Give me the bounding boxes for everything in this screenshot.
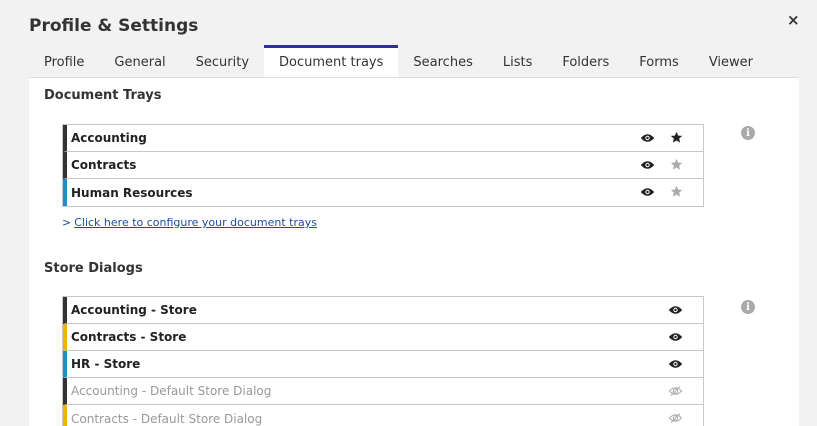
list-item[interactable]: Human Resources (63, 179, 703, 206)
tab-lists[interactable]: Lists (488, 45, 548, 77)
list-item-label: Contracts - Store (71, 330, 187, 344)
close-icon[interactable]: × (787, 12, 800, 28)
list-item-label: Human Resources (71, 185, 193, 200)
list-item-label: Contracts (71, 158, 137, 172)
tab-document-trays[interactable]: Document trays (264, 45, 399, 77)
tab-folders[interactable]: Folders (547, 45, 624, 77)
list-item[interactable]: Contracts (63, 152, 703, 179)
list-item-label: Accounting - Default Store Dialog (71, 384, 272, 398)
list-item[interactable]: Accounting (63, 125, 703, 152)
list-item-label: Contracts - Default Store Dialog (71, 411, 263, 426)
tab-searches[interactable]: Searches (398, 45, 487, 77)
tab-viewer[interactable]: Viewer (694, 45, 768, 77)
eye-icon[interactable] (641, 158, 654, 171)
document-trays-list: Accounting Contracts Human Resources (62, 124, 704, 207)
eye-icon[interactable] (641, 185, 654, 198)
info-icon[interactable]: i (741, 126, 755, 140)
page-title: Profile & Settings (29, 16, 199, 36)
list-item-label: HR - Store (71, 357, 141, 371)
list-item[interactable]: Contracts - Store (63, 324, 703, 351)
document-trays-title: Document Trays (44, 88, 162, 103)
star-icon[interactable] (669, 157, 683, 171)
list-item[interactable]: Accounting - Default Store Dialog (63, 378, 703, 405)
list-item[interactable]: HR - Store (63, 351, 703, 378)
eye-icon[interactable] (669, 330, 682, 343)
list-item[interactable]: Contracts - Default Store Dialog (63, 405, 703, 426)
list-item[interactable]: Accounting - Store (63, 297, 703, 324)
eye-slash-icon[interactable] (669, 411, 682, 424)
tab-forms[interactable]: Forms (624, 45, 694, 77)
tab-general[interactable]: General (99, 45, 180, 77)
eye-slash-icon[interactable] (669, 384, 682, 397)
eye-icon[interactable] (669, 303, 682, 316)
chevron-right-icon: > (62, 216, 72, 229)
eye-icon[interactable] (669, 357, 682, 370)
configure-trays-link[interactable]: > Click here to configure your document t… (62, 216, 317, 229)
store-dialogs-title: Store Dialogs (44, 261, 143, 276)
info-icon[interactable]: i (741, 300, 755, 314)
tab-security[interactable]: Security (181, 45, 264, 77)
list-item-label: Accounting (71, 131, 147, 145)
star-icon[interactable] (669, 184, 683, 198)
tab-bar: Profile General Security Document trays … (29, 45, 768, 77)
eye-icon[interactable] (641, 131, 654, 144)
settings-panel: Document Trays Accounting Contracts Human … (29, 77, 799, 426)
star-icon[interactable] (669, 130, 683, 144)
list-item-label: Accounting - Store (71, 303, 197, 317)
tab-profile[interactable]: Profile (29, 45, 99, 77)
store-dialogs-list: Accounting - Store Contracts - Store HR - … (62, 296, 704, 426)
